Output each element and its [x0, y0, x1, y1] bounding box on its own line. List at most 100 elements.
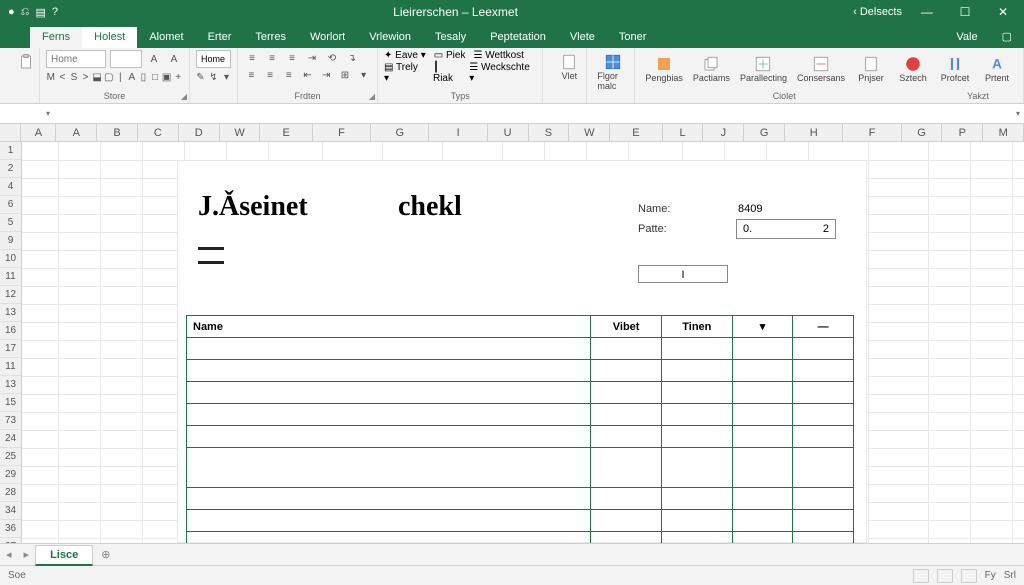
name-box-drop-icon[interactable]: ▾	[42, 109, 54, 118]
tab-ferns[interactable]: Ferns	[30, 27, 82, 48]
align-right-button[interactable]: ≡	[281, 67, 296, 83]
formula-expand-icon[interactable]: ▾	[1012, 109, 1024, 118]
table-row[interactable]	[187, 338, 854, 360]
table-row[interactable]	[187, 404, 854, 426]
align-top-button[interactable]: ≡	[244, 50, 260, 66]
rowhead-3[interactable]: 6	[0, 196, 21, 214]
align-launcher-icon[interactable]: ◢	[369, 92, 375, 101]
weckschte-button[interactable]: ☰ Weckschte ▾	[469, 62, 536, 84]
tab-peptetation[interactable]: Peptetation	[478, 27, 558, 48]
colhead-18[interactable]: F	[843, 124, 901, 141]
rowhead-7[interactable]: 11	[0, 268, 21, 286]
qat-redo-icon[interactable]: ▤	[35, 6, 45, 19]
italic-button[interactable]: <	[58, 69, 68, 85]
tab-holest[interactable]: Holest	[82, 27, 137, 48]
indent-button[interactable]: ⇥	[319, 67, 334, 83]
colhead-20[interactable]: P	[942, 124, 983, 141]
colhead-7[interactable]: F	[313, 124, 371, 141]
table-row[interactable]	[187, 532, 854, 544]
small-box[interactable]: I	[638, 265, 728, 283]
colhead-1[interactable]: A	[56, 124, 97, 141]
rowhead-11[interactable]: 17	[0, 340, 21, 358]
close-button[interactable]: ✕	[990, 5, 1016, 19]
align-left-button[interactable]: ≡	[244, 67, 259, 83]
tab-vrlewion[interactable]: Vrlewion	[357, 27, 423, 48]
colhead-14[interactable]: L	[663, 124, 704, 141]
grow-font-icon[interactable]: A	[146, 51, 162, 67]
outdent-button[interactable]: ⇤	[300, 67, 315, 83]
rowhead-0[interactable]: 1	[0, 142, 21, 160]
trely-button[interactable]: ▤ Trely ▾	[384, 62, 425, 84]
rowhead-12[interactable]: 11	[0, 358, 21, 376]
align-mid-button[interactable]: ≡	[264, 50, 280, 66]
more-font-button[interactable]: >	[81, 69, 91, 85]
font-color-button[interactable]: A	[127, 69, 137, 85]
clear3-icon[interactable]: ▾	[222, 69, 231, 85]
table-row[interactable]	[187, 448, 854, 488]
table-row[interactable]	[187, 360, 854, 382]
tab-toner[interactable]: Toner	[607, 27, 659, 48]
wrap-button[interactable]: ⟲	[324, 50, 340, 66]
rowhead-16[interactable]: 24	[0, 430, 21, 448]
ribbon-collapse-icon[interactable]: ▢	[990, 26, 1024, 48]
th-tinen[interactable]: Tinen	[661, 316, 732, 338]
qat-save-icon[interactable]: ●	[8, 6, 15, 18]
rowhead-5[interactable]: 9	[0, 232, 21, 250]
fill-button[interactable]: ▢	[104, 69, 114, 85]
riak-button[interactable]: ┃ Riak	[433, 62, 461, 84]
colhead-4[interactable]: D	[179, 124, 220, 141]
select-all-corner[interactable]	[0, 124, 21, 141]
qat-undo-icon[interactable]: ⎌	[21, 6, 30, 19]
view-normal-icon[interactable]	[913, 569, 929, 583]
colhead-10[interactable]: U	[488, 124, 529, 141]
bold-button[interactable]: M	[46, 69, 56, 85]
minimize-button[interactable]: —	[914, 5, 940, 19]
rowhead-6[interactable]: 10	[0, 250, 21, 268]
rowhead-2[interactable]: 4	[0, 178, 21, 196]
colhead-13[interactable]: E	[610, 124, 662, 141]
colhead-2[interactable]: B	[97, 124, 138, 141]
table-row[interactable]	[187, 510, 854, 532]
view-break-icon[interactable]	[961, 569, 977, 583]
sheet-nav-next-icon[interactable]: ▸	[18, 548, 36, 561]
rowhead-17[interactable]: 25	[0, 448, 21, 466]
font-name-input[interactable]	[51, 52, 99, 66]
extra-3-button[interactable]: ▣	[162, 69, 172, 85]
rowhead-9[interactable]: 13	[0, 304, 21, 322]
colhead-6[interactable]: E	[260, 124, 312, 141]
tab-terres[interactable]: Terres	[243, 27, 298, 48]
colhead-12[interactable]: W	[569, 124, 610, 141]
merge-drop-icon[interactable]: ▾	[356, 67, 371, 83]
tab-tesaly[interactable]: Tesaly	[423, 27, 478, 48]
align-bot-button[interactable]: ≡	[284, 50, 300, 66]
rowhead-19[interactable]: 28	[0, 484, 21, 502]
eave-button[interactable]: ✦ Eave ▾	[384, 50, 426, 61]
merge-down-button[interactable]: ⊞	[338, 67, 353, 83]
rowhead-22[interactable]: 27	[0, 538, 21, 543]
rowhead-21[interactable]: 36	[0, 520, 21, 538]
rowhead-4[interactable]: 5	[0, 214, 21, 232]
patte-cell[interactable]: 0.2	[736, 219, 836, 239]
maximize-button[interactable]: ☐	[952, 5, 978, 19]
rowhead-10[interactable]: 16	[0, 322, 21, 340]
colhead-11[interactable]: S	[529, 124, 570, 141]
home-box[interactable]: Home	[196, 50, 231, 68]
font-launcher-icon[interactable]: ◢	[181, 92, 187, 101]
sheet-nav-prev-icon[interactable]: ◂	[0, 548, 18, 561]
th-dash[interactable]: —	[793, 316, 854, 338]
border-button[interactable]: ⬓	[92, 69, 102, 85]
underline-button[interactable]: S	[69, 69, 79, 85]
tab-vlete[interactable]: Vlete	[558, 27, 607, 48]
colhead-5[interactable]: W	[220, 124, 261, 141]
add-sheet-icon[interactable]: ⊕	[93, 548, 118, 561]
colhead-21[interactable]: M	[983, 124, 1024, 141]
extra-2-button[interactable]: □	[150, 69, 160, 85]
table-row[interactable]	[187, 488, 854, 510]
extra-1-button[interactable]: ▯	[139, 69, 149, 85]
rowhead-18[interactable]: 29	[0, 466, 21, 484]
colhead-15[interactable]: J	[703, 124, 744, 141]
merge-button[interactable]: ↴	[344, 50, 360, 66]
cells-grid[interactable]: J.Ǎseinet chekl Name: 8409 Patte: 0.2 I …	[22, 142, 1024, 543]
colhead-16[interactable]: G	[744, 124, 785, 141]
tab-worlort[interactable]: Worlort	[298, 27, 357, 48]
